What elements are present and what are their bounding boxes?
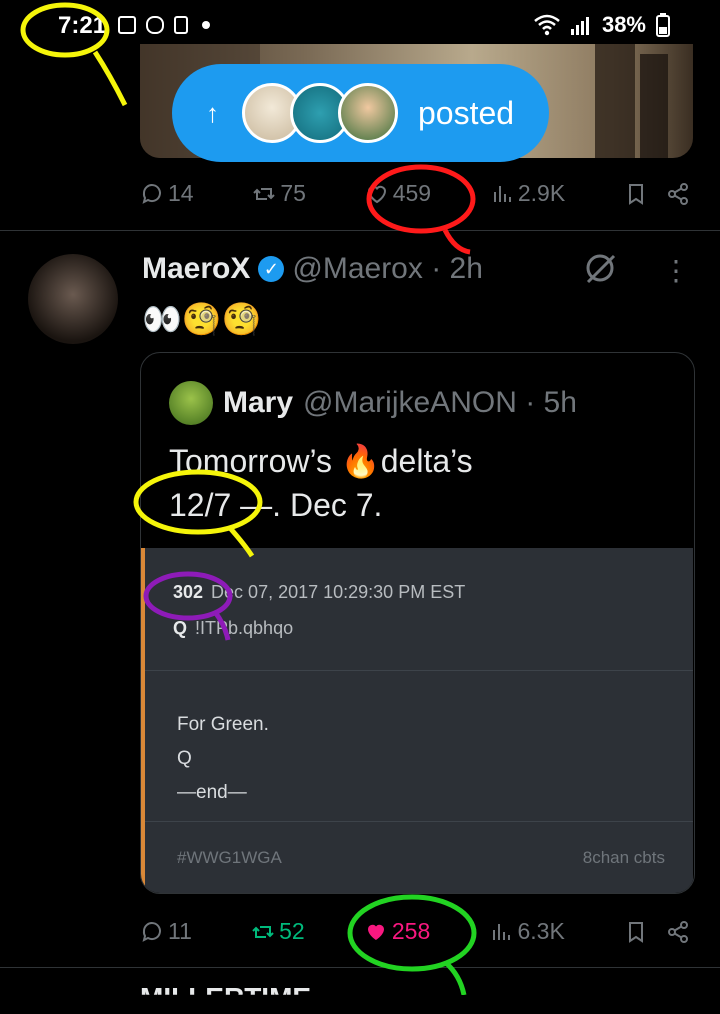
post-hashtag: #WWG1WGA: [177, 848, 282, 867]
retweet-count: 52: [279, 918, 305, 944]
handle[interactable]: @Maerox · 2h: [292, 252, 483, 286]
quote-display-name: Mary: [223, 386, 294, 419]
like-count: 459: [392, 180, 432, 206]
avatar: [169, 381, 213, 425]
views-icon: [493, 923, 511, 940]
reply-count: 14: [168, 180, 194, 206]
divider: [145, 670, 693, 671]
quoted-tweet[interactable]: Mary @MarijkeANON · 5h Tomorrow’s 🔥delta…: [140, 352, 695, 894]
grok-icon[interactable]: [582, 250, 618, 286]
bookmark-icon[interactable]: [624, 920, 648, 944]
reply-button[interactable]: 14: [140, 180, 194, 207]
post-author: Q: [173, 618, 188, 638]
share-icon[interactable]: [666, 920, 690, 944]
battery-icon: [656, 13, 670, 37]
post-body-line: Q: [177, 748, 192, 769]
post-trip: !ITPb.qbhqo: [195, 618, 294, 638]
tweet-text: 👀🧐🧐: [142, 301, 262, 337]
quote-image-card: 302 Dec 07, 2017 10:29:30 PM EST Q !ITPb.q…: [141, 548, 693, 893]
retweet-icon: [253, 187, 276, 200]
post-author-row: Q !ITPb.qbhqo: [173, 618, 293, 639]
post-number: 302: [173, 582, 204, 602]
views-button[interactable]: 6.3K: [489, 918, 565, 945]
post-source: 8chan cbts: [582, 848, 665, 867]
status-right: 38%: [534, 12, 670, 38]
divider: [0, 230, 720, 231]
poster-avatars: [242, 83, 398, 143]
divider: [0, 967, 720, 968]
next-tweet-name[interactable]: MILLERTIME: [140, 982, 311, 995]
divider: [145, 821, 693, 822]
quote-header: Mary @MarijkeANON · 5h: [169, 381, 577, 425]
post-body-line: For Green.: [177, 714, 269, 735]
retweet-button[interactable]: 52: [251, 918, 305, 945]
tweet-header: MaeroX ✓ @Maerox · 2h: [142, 252, 483, 286]
wifi-icon: [534, 14, 560, 36]
display-name[interactable]: MaeroX: [142, 252, 250, 286]
share-icon[interactable]: [666, 182, 690, 206]
views-button[interactable]: 2.9K: [490, 180, 565, 207]
like-button[interactable]: 459: [365, 180, 431, 207]
banner-label: posted: [418, 94, 515, 131]
post-meta: 302 Dec 07, 2017 10:29:30 PM EST: [173, 582, 465, 603]
new-posts-banner[interactable]: ↑ posted: [172, 64, 549, 162]
avatar[interactable]: [28, 254, 118, 344]
like-button[interactable]: 258: [364, 918, 430, 945]
bookmark-share: [624, 182, 690, 206]
quote-line-1: Tomorrow’s 🔥delta’s: [169, 443, 473, 479]
notification-icons: [118, 16, 210, 34]
reply-button[interactable]: 11: [140, 918, 192, 945]
quote-handle: @MarijkeANON · 5h: [303, 386, 577, 419]
annotation-likes-tail: [442, 228, 471, 255]
heart-icon: [367, 185, 386, 203]
retweet-icon: [252, 925, 274, 938]
tweet-actions: 11 52 258 6.3K: [140, 918, 690, 945]
quote-text: Tomorrow’s 🔥delta’s 12/7 —. Dec 7.: [169, 439, 473, 527]
more-notifications-icon: [202, 21, 210, 29]
post-date: Dec 07, 2017 10:29:30 PM EST: [211, 582, 466, 602]
quote-line-2: 12/7 —. Dec 7.: [169, 487, 383, 523]
notification-icon: [118, 16, 136, 34]
reply-icon: [142, 921, 161, 942]
notification-icon: [146, 16, 164, 34]
view-count: 2.9K: [517, 180, 566, 206]
heart-icon: [367, 924, 384, 940]
bookmark-icon[interactable]: [624, 182, 648, 206]
battery-percent: 38%: [601, 12, 646, 37]
status-time: 7:21: [58, 12, 107, 39]
post-body: For Green. Q —end—: [177, 708, 269, 810]
avatar: [338, 83, 398, 143]
post-body-line: —end—: [177, 782, 247, 803]
annotation-time-tail: [92, 50, 128, 107]
retweet-button[interactable]: 75: [252, 180, 306, 207]
reply-icon: [142, 183, 161, 204]
notification-icon: [174, 16, 188, 34]
status-bar: 7:21 38%: [0, 0, 720, 50]
prev-tweet-actions: 14 75 459 2.9K: [140, 180, 690, 207]
reply-count: 11: [168, 918, 192, 944]
like-count: 258: [391, 918, 431, 944]
arrow-up-icon: ↑: [206, 97, 219, 128]
verified-badge-icon: ✓: [258, 256, 285, 282]
signal-icon: [570, 17, 589, 35]
retweet-count: 75: [280, 180, 306, 206]
bookmark-share: [624, 920, 690, 944]
view-count: 6.3K: [517, 918, 565, 944]
more-options-icon[interactable]: ⋮: [662, 254, 690, 290]
views-icon: [493, 185, 511, 202]
